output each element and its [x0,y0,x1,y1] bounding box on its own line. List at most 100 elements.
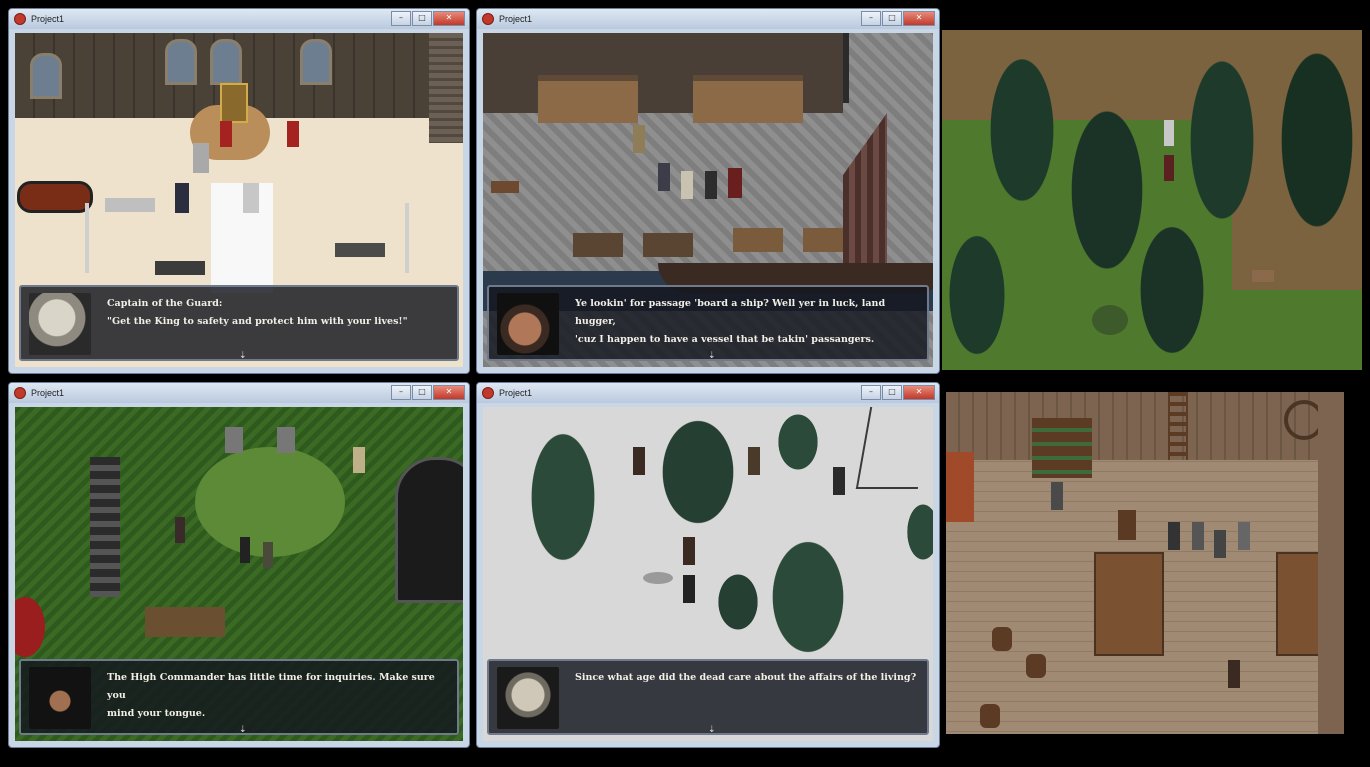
maximize-button[interactable]: □ [882,11,902,26]
bookshelf [1032,418,1092,478]
walker-sprite [748,447,760,475]
black-pavilion-tent [395,457,463,603]
window-titlebar[interactable]: Project1 – □ ✕ [9,383,469,403]
pine-tree [1132,210,1212,370]
window-titlebar[interactable]: Project1 – □ ✕ [9,9,469,29]
dialog-text: Ye lookin' for passage 'board a ship? We… [575,298,886,345]
pine-tree [1272,30,1362,250]
snowy-pine-tree [653,407,743,537]
soldier-sprite [263,542,273,568]
window-arch [30,53,62,99]
bed [946,452,974,522]
game-screen-forest [942,30,1362,370]
pine-tree [982,40,1062,220]
traveler-sprite [1164,120,1174,146]
app-icon [482,13,494,25]
ship-sail [843,113,887,268]
villager-sprite [1214,530,1226,558]
maximize-button[interactable]: □ [882,385,902,400]
stairs [429,33,463,143]
window-title: Project1 [31,14,65,24]
bare-tree [855,407,933,489]
window-arch [300,39,332,85]
dialog-box[interactable]: Captain of the Guard: "Get the King to s… [19,285,459,361]
soldier-sprite [353,447,365,473]
serpent-monster [17,181,93,213]
game-screen-house-interior [946,392,1344,734]
dialog-text: Captain of the Guard: "Get the King to s… [107,298,408,327]
villager-sprite [1051,482,1063,510]
soldier-sprite [240,537,250,563]
villager-sprite [633,125,645,153]
window-title: Project1 [499,388,533,398]
walker-sprite [833,467,845,495]
villager-sprite [658,163,670,191]
knight-sprite [225,427,243,453]
close-button[interactable]: ✕ [903,385,935,400]
close-button[interactable]: ✕ [433,385,465,400]
game-window-harbor: Project1 – □ ✕ Ye lookin' for passage 'b… [476,8,940,374]
minimize-button[interactable]: – [861,11,881,26]
game-viewport[interactable]: Captain of the Guard: "Get the King to s… [15,33,463,367]
dialog-box[interactable]: The High Commander has little time for i… [19,659,459,735]
guard-sprite [287,121,299,147]
catapult [145,607,225,637]
clearing [195,447,345,557]
portrait-skeleton [497,667,559,729]
knight-sprite [277,427,295,453]
maximize-button[interactable]: □ [412,385,432,400]
window-title: Project1 [31,388,65,398]
dialog-box[interactable]: Ye lookin' for passage 'board a ship? We… [487,285,929,361]
dialog-box[interactable]: Since what age did the dead care about t… [487,659,929,735]
game-viewport[interactable]: Ye lookin' for passage 'board a ship? We… [483,33,933,367]
villager-sprite [1238,522,1250,550]
chair [1118,510,1136,540]
walker-sprite [683,537,695,565]
dark-figure-sprite [175,183,189,213]
pine-tree [942,220,1012,370]
close-button[interactable]: ✕ [433,11,465,26]
app-icon [14,387,26,399]
royal-carpet [211,183,273,293]
market-stall [538,75,638,123]
minimize-button[interactable]: – [391,385,411,400]
villager-sprite [1228,660,1240,688]
close-button[interactable]: ✕ [903,11,935,26]
dialog-continue-cursor: ⇣ [708,351,716,361]
dining-table [1094,552,1164,656]
villager-sprite [1168,522,1180,550]
guard-sprite [220,121,232,147]
lamp-post [843,33,849,103]
knight-sprite [193,143,209,173]
window-arch [210,39,242,85]
villager-sprite [1192,522,1204,550]
snowy-pine-tree [773,407,823,477]
maximize-button[interactable]: □ [412,11,432,26]
game-viewport[interactable]: Since what age did the dead care about t… [483,407,933,741]
dialog-continue-cursor: ⇣ [239,351,247,361]
market-stall [693,75,803,123]
snowy-pine-tree [523,417,603,577]
sailor-sprite [728,168,742,198]
dialog-text: Since what age did the dead care about t… [575,672,917,683]
villager-sprite [705,171,717,199]
fallen-soldier-sprite [105,198,155,212]
fallen-soldier-sprite [335,243,385,257]
snowy-pine-tree [763,527,853,667]
window-titlebar[interactable]: Project1 – □ ✕ [477,9,939,29]
window-titlebar[interactable]: Project1 – □ ✕ [477,383,939,403]
portrait-hooded-figure [29,667,91,729]
fallen-soldier-sprite [155,261,205,275]
red-tent [15,597,45,657]
snowy-pine-tree [713,567,763,637]
dialog-continue-cursor: ⇣ [239,725,247,735]
minimize-button[interactable]: – [861,385,881,400]
dog-sprite [491,181,519,193]
game-viewport[interactable]: The High Commander has little time for i… [15,407,463,741]
villager-sprite [681,171,693,199]
soldier-sprite [175,517,185,543]
minimize-button[interactable]: – [391,11,411,26]
barrel [992,627,1012,651]
traveler-sprite [1164,155,1174,181]
barrel [980,704,1000,728]
